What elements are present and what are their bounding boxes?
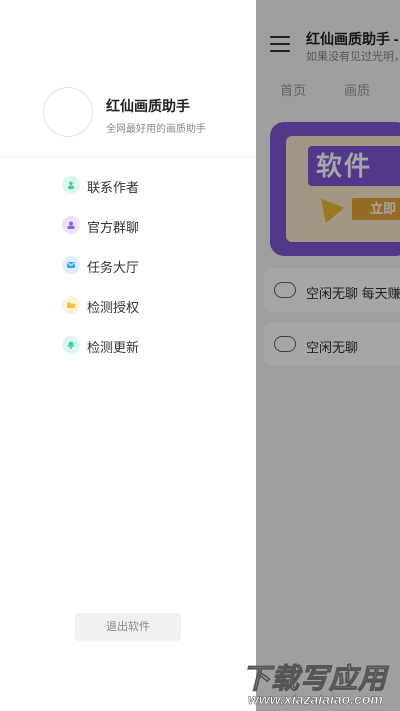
drawer-title: 红仙画质助手 [106,98,190,114]
watermark-logo: 下载写应用 www.xiazaiaiao.com [238,655,398,709]
menu-item-label: 检测授权 [87,300,140,315]
menu-item-check-update[interactable]: 检测更新 [62,333,242,357]
folder-icon [62,296,80,314]
menu-item-check-authorization[interactable]: 检测授权 [62,293,242,317]
menu-item-label: 官方群聊 [87,220,140,235]
avatar[interactable] [43,87,93,137]
mail-icon [62,256,80,274]
menu-item-label: 联系作者 [87,180,140,195]
bell-icon [62,336,80,354]
menu-item-label: 任务大厅 [87,260,140,275]
menu-item-task-hall[interactable]: 任务大厅 [62,253,242,277]
navigation-drawer: 红仙画质助手 全网最好用的画质助手 联系作者 官方群聊 任务大厅 检测授权 检测… [0,0,256,711]
drawer-subtitle: 全网最好用的画质助手 [106,124,206,135]
menu-item-contact-author[interactable]: 联系作者 [62,173,242,197]
watermark-url: www.xiazaiaiao.com [248,691,383,708]
menu-item-label: 检测更新 [87,340,140,355]
menu-item-official-group[interactable]: 官方群聊 [62,213,242,237]
divider [0,156,256,157]
group-icon [62,216,80,234]
exit-app-button[interactable]: 退出软件 [75,613,181,641]
person-icon [62,176,80,194]
